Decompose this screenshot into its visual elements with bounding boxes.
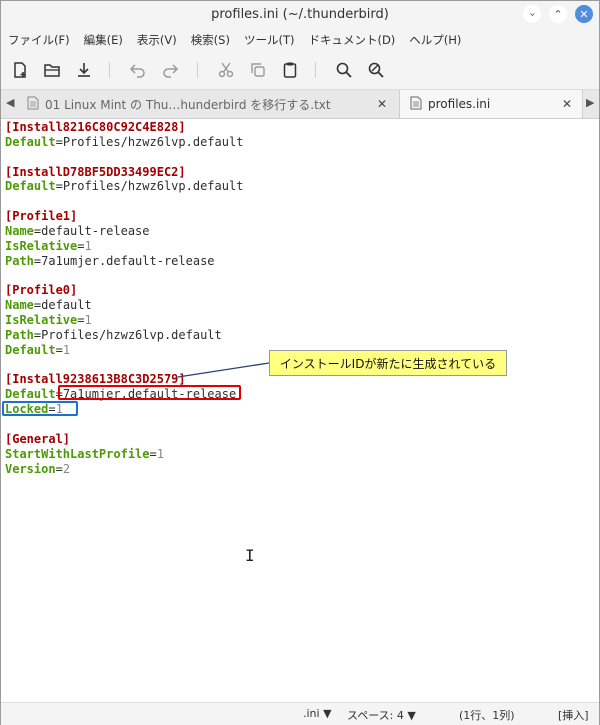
menu-file[interactable]: ファイル(F): [1, 32, 77, 48]
copy-icon[interactable]: [247, 59, 269, 81]
ini-key: Default: [5, 387, 56, 402]
editor-line: [InstallD78BF5DD33499EC2]: [5, 165, 186, 180]
editor-line: Path=Profiles/hzwz6lvp.default: [5, 327, 222, 342]
search-icon[interactable]: [333, 59, 355, 81]
ini-value: Profiles/hzwz6lvp.default: [62, 179, 244, 194]
ini-value: 7a1umjer.default-release: [41, 253, 215, 268]
ini-key: Path: [5, 253, 34, 268]
ini-value: 1: [156, 446, 164, 461]
editor-line: IsRelative=1: [5, 313, 92, 328]
ini-value: 1: [62, 342, 71, 357]
tab-close-icon[interactable]: ✕: [562, 97, 572, 111]
editor-line: Default=Profiles/hzwz6lvp.default: [5, 179, 244, 194]
toolbar-separator: [197, 62, 198, 78]
editor-line: [Install8216C80C92C4E828]: [5, 120, 186, 135]
redo-icon[interactable]: [159, 59, 181, 81]
editor-line: StartWithLastProfile=1: [5, 446, 164, 461]
menu-help[interactable]: ヘルプ(H): [402, 32, 468, 48]
ini-key: Default: [5, 179, 56, 194]
cut-icon[interactable]: [215, 59, 237, 81]
tab-profiles-ini[interactable]: profiles.ini ✕: [399, 90, 583, 118]
open-folder-icon[interactable]: [41, 59, 63, 81]
ini-key: Default: [5, 342, 56, 357]
close-icon: ✕: [579, 7, 589, 21]
indent-selector[interactable]: スペース: 4 ▼: [347, 707, 416, 723]
toolbar: [1, 51, 599, 90]
minimize-button[interactable]: ‹: [523, 5, 541, 23]
editor-line: [Profile0]: [5, 283, 77, 298]
ini-key: Name: [5, 223, 34, 238]
tab-close-icon[interactable]: ✕: [377, 97, 387, 111]
ini-value: 1: [84, 313, 92, 328]
editor-line: Name=default-release: [5, 223, 150, 238]
save-icon[interactable]: [73, 59, 95, 81]
menu-edit[interactable]: 編集(E): [77, 32, 130, 48]
ini-value: Profiles/hzwz6lvp.default: [62, 134, 244, 149]
ini-key: Name: [5, 298, 34, 313]
menu-bar: ファイル(F) 編集(E) 表示(V) 検索(S) ツール(T) ドキュメント(…: [1, 29, 599, 51]
ini-value: default-release: [41, 223, 150, 238]
text-file-icon: [410, 96, 422, 113]
window-title: profiles.ini (~/.thunderbird): [211, 7, 389, 22]
tab-bar: ◀ 01 Linux Mint の Thu…hunderbird を移行する.t…: [1, 90, 599, 119]
tab-scroll-right-icon[interactable]: ▶: [586, 96, 594, 109]
minimize-icon: ‹: [525, 11, 539, 17]
toolbar-separator: [315, 62, 316, 78]
ini-key: Path: [5, 327, 34, 342]
section-header: [Install8216C80C92C4E828]: [5, 120, 186, 134]
editor-line: IsRelative=1: [5, 238, 92, 253]
ini-value: Profiles/hzwz6lvp.default: [41, 327, 222, 342]
tab-label: profiles.ini: [428, 97, 491, 111]
ini-value: 2: [62, 461, 71, 476]
highlight-locked-line: [2, 401, 78, 416]
text-editor[interactable]: [Install8216C80C92C4E828] Default=Profile…: [1, 119, 599, 695]
text-file-icon: [27, 96, 39, 113]
tab-migration-notes[interactable]: 01 Linux Mint の Thu…hunderbird を移行する.txt…: [23, 90, 397, 118]
title-bar: profiles.ini (~/.thunderbird) ‹ ⌃ ✕: [1, 1, 599, 29]
cursor-position: (1行、1列): [459, 709, 515, 722]
insert-mode: [挿入]: [558, 709, 589, 722]
section-header: [Profile0]: [5, 283, 78, 298]
editor-line: [Profile1]: [5, 209, 77, 224]
filetype-selector[interactable]: .ini ▼: [303, 707, 332, 720]
status-bar: .ini ▼ スペース: 4 ▼ (1行、1列) [挿入]: [1, 702, 599, 725]
editor-line: Default=1: [5, 342, 71, 357]
menu-search[interactable]: 検索(S): [184, 32, 237, 48]
editor-line: Default=Profiles/hzwz6lvp.default: [5, 134, 244, 149]
menu-view[interactable]: 表示(V): [130, 32, 184, 48]
ini-key: Version: [5, 461, 56, 476]
editor-line: Path=7a1umjer.default-release: [5, 253, 215, 268]
maximize-icon: ⌃: [553, 7, 563, 21]
section-header: [General]: [5, 431, 71, 446]
highlight-default-value: [58, 385, 241, 400]
section-header: [Profile1]: [5, 209, 78, 224]
ini-value: 1: [84, 238, 92, 253]
maximize-button[interactable]: ⌃: [549, 5, 567, 23]
editor-line: Version=2: [5, 461, 71, 476]
tab-label: 01 Linux Mint の Thu…hunderbird を移行する.txt: [45, 97, 331, 112]
ini-key: IsRelative: [5, 238, 78, 253]
annotation-callout: インストールIDが新たに生成されている: [269, 350, 507, 376]
menu-tools[interactable]: ツール(T): [237, 32, 302, 48]
ini-key: StartWithLastProfile: [5, 446, 150, 461]
toolbar-separator: [109, 62, 110, 78]
ini-key: Default: [5, 134, 56, 149]
menu-documents[interactable]: ドキュメント(D): [301, 32, 402, 48]
section-header: [InstallD78BF5DD33499EC2]: [5, 164, 186, 179]
text-cursor-icon: I: [245, 546, 255, 565]
new-document-icon[interactable]: [9, 59, 31, 81]
search-replace-icon[interactable]: [365, 59, 387, 81]
tab-scroll-left-icon[interactable]: ◀: [6, 96, 14, 109]
close-button[interactable]: ✕: [575, 5, 593, 23]
undo-icon[interactable]: [127, 59, 149, 81]
paste-icon[interactable]: [279, 59, 301, 81]
editor-line: [General]: [5, 432, 70, 447]
ini-key: IsRelative: [5, 313, 78, 328]
editor-line: Name=default: [5, 298, 92, 313]
ini-value: default: [41, 298, 92, 313]
editor-window: profiles.ini (~/.thunderbird) ‹ ⌃ ✕ ファイル…: [0, 0, 600, 725]
